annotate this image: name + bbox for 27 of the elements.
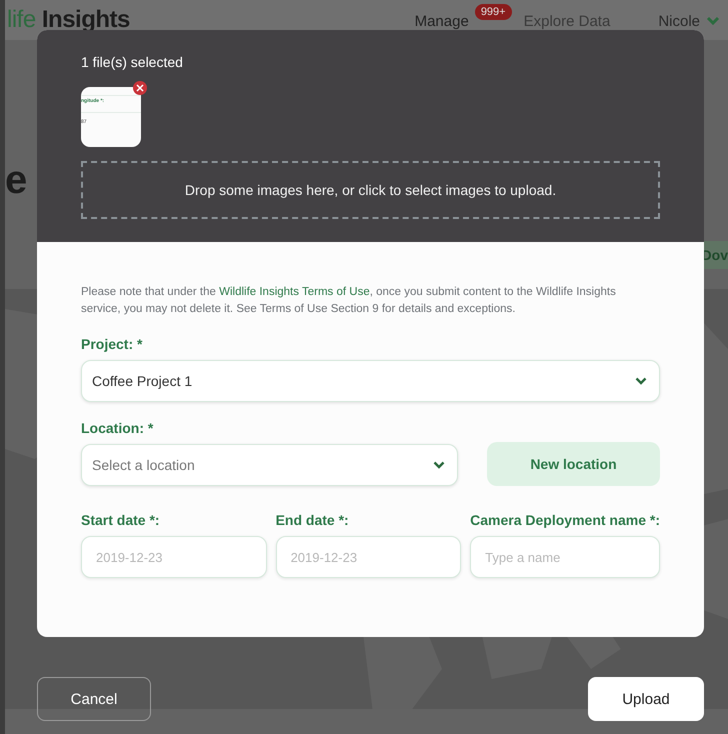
terms-link[interactable]: Wildlife Insights Terms of Use: [219, 286, 370, 298]
project-dropdown[interactable]: Coffee Project 1: [81, 360, 660, 402]
remove-file-button[interactable]: [133, 81, 147, 95]
upload-button[interactable]: Upload: [588, 677, 704, 721]
terms-notice: Please note that under the Wildlife Insights Terms of Use, once you submit content to the Wildlife Insights service, you may not delete it. See Terms of Use Section 9 for details and exceptions.: [81, 285, 617, 317]
input-field[interactable]: 2019-12-23: [81, 536, 267, 578]
field-label: End date *:: [276, 512, 350, 528]
nav-link[interactable]: Manage: [414, 12, 469, 30]
field-label: Project: *: [81, 336, 144, 352]
chevron-down-icon: [433, 461, 445, 469]
close-icon: [136, 84, 144, 92]
new-location-button[interactable]: New location: [487, 442, 660, 486]
field-label: Location: *: [81, 420, 154, 436]
input-field[interactable]: 2019-12-23: [276, 536, 462, 578]
field-label: Start date *:: [81, 512, 161, 528]
chevron-down-icon: [635, 377, 647, 385]
files-selected-text: 1 file(s) selected: [81, 54, 184, 70]
page-heading: e: [5, 157, 28, 204]
notification-badge: 999+: [474, 4, 512, 20]
user-menu[interactable]: Nicole: [658, 12, 720, 30]
cancel-button[interactable]: Cancel: [37, 677, 151, 721]
dropzone[interactable]: Drop some images here, or click to select images to upload.: [81, 161, 660, 219]
input-field[interactable]: Type a name: [470, 536, 660, 578]
location-dropdown[interactable]: Select a location: [81, 444, 458, 486]
logo-text: life Insights: [7, 6, 130, 34]
field-label: Camera Deployment name *:: [470, 512, 660, 528]
chevron-down-icon: [706, 16, 720, 26]
